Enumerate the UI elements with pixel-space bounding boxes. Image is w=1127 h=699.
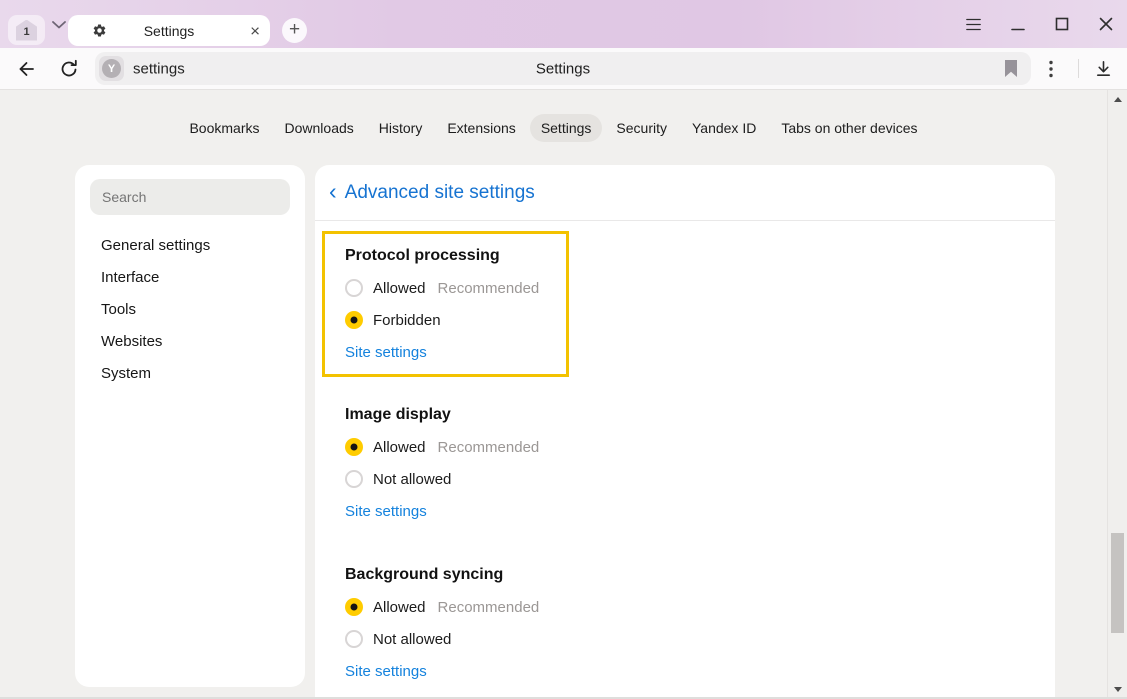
section-title: Background syncing (345, 566, 503, 584)
site-settings-link[interactable]: Site settings (345, 344, 427, 361)
option-note: Recommended (438, 599, 540, 616)
option-label: Allowed (373, 599, 426, 616)
option-label: Allowed (373, 439, 426, 456)
sidebar-item-system[interactable]: System (75, 357, 305, 389)
window-titlebar: 1 Settings × + (0, 0, 1127, 48)
toolbar-divider (1078, 59, 1079, 78)
section-title-row: Image display (345, 399, 1055, 431)
tab-yandex-id[interactable]: Yandex ID (681, 114, 767, 142)
radio-option-not-allowed[interactable]: Not allowed (345, 463, 1055, 495)
browser-tab-settings[interactable]: Settings × (68, 15, 270, 46)
browser-menu-icon[interactable] (966, 17, 981, 32)
tab-history[interactable]: History (368, 114, 434, 142)
address-bar-page-title: Settings (95, 60, 1031, 77)
reload-icon[interactable] (59, 59, 79, 79)
sidebar-menu: General settings Interface Tools Website… (75, 229, 305, 389)
vertical-scrollbar[interactable] (1107, 90, 1127, 699)
page-title: Advanced site settings (345, 182, 535, 204)
radio-option-allowed[interactable]: Allowed Recommended (345, 431, 1055, 463)
option-label: Forbidden (373, 312, 441, 329)
bookmark-icon[interactable] (1004, 60, 1018, 77)
radio-option-allowed[interactable]: Allowed Recommended (345, 591, 1055, 623)
back-chevron-icon[interactable]: ‹ (329, 180, 337, 206)
search-input[interactable] (90, 189, 290, 205)
downloads-icon[interactable] (1094, 59, 1113, 78)
tab-group-count-badge: 1 (16, 20, 37, 41)
option-note: Recommended (438, 280, 540, 297)
scroll-up-icon[interactable] (1114, 97, 1122, 102)
tab-title: Settings (68, 23, 270, 39)
site-settings-link-row: Site settings (345, 655, 1055, 687)
settings-sidebar: General settings Interface Tools Website… (75, 165, 305, 687)
radio-option-allowed[interactable]: Allowed Recommended (345, 272, 566, 304)
tab-other-devices[interactable]: Tabs on other devices (770, 114, 928, 142)
radio-option-not-allowed[interactable]: Not allowed (345, 623, 1055, 655)
scroll-down-icon[interactable] (1114, 687, 1122, 692)
tab-extensions[interactable]: Extensions (436, 114, 526, 142)
advanced-site-settings-header[interactable]: ‹ Advanced site settings (315, 165, 1055, 221)
site-settings-link[interactable]: Site settings (345, 503, 427, 520)
section-background-syncing: Background syncing Allowed Recommended N… (315, 559, 1055, 687)
section-title-row: Background syncing (345, 559, 1055, 591)
browser-toolbar: Y settings Settings (0, 48, 1127, 90)
radio-unselected-icon[interactable] (345, 630, 363, 648)
section-title: Protocol processing (345, 247, 500, 265)
sidebar-search[interactable] (90, 179, 290, 215)
settings-nav-tabs: Bookmarks Downloads History Extensions S… (0, 113, 1107, 142)
radio-selected-icon[interactable] (345, 438, 363, 456)
settings-main-panel: ‹ Advanced site settings Protocol proces… (315, 165, 1055, 699)
tab-group-button[interactable]: 1 (8, 15, 45, 45)
site-settings-link-row: Site settings (345, 495, 1055, 527)
back-icon[interactable] (16, 59, 36, 79)
window-close-icon[interactable] (1098, 17, 1113, 32)
more-options-icon[interactable] (1049, 60, 1053, 78)
address-bar[interactable]: Y settings Settings (95, 52, 1031, 85)
radio-unselected-icon[interactable] (345, 470, 363, 488)
section-image-display: Image display Allowed Recommended Not al… (315, 399, 1055, 527)
site-settings-link[interactable]: Site settings (345, 663, 427, 680)
chevron-down-icon[interactable] (52, 21, 66, 29)
window-controls (966, 0, 1115, 48)
radio-option-forbidden[interactable]: Forbidden (345, 304, 566, 336)
radio-selected-icon[interactable] (345, 598, 363, 616)
sidebar-item-interface[interactable]: Interface (75, 261, 305, 293)
radio-selected-icon[interactable] (345, 311, 363, 329)
sidebar-item-general-settings[interactable]: General settings (75, 229, 305, 261)
radio-unselected-icon[interactable] (345, 279, 363, 297)
sidebar-item-tools[interactable]: Tools (75, 293, 305, 325)
option-label: Not allowed (373, 631, 451, 648)
new-tab-button[interactable]: + (282, 18, 307, 43)
tab-bookmarks[interactable]: Bookmarks (178, 114, 270, 142)
option-label: Not allowed (373, 471, 451, 488)
tab-close-icon[interactable]: × (250, 22, 260, 39)
sidebar-item-websites[interactable]: Websites (75, 325, 305, 357)
tab-settings[interactable]: Settings (530, 114, 603, 142)
section-protocol-processing-highlight: Protocol processing Allowed Recommended … (322, 231, 569, 377)
section-title: Image display (345, 406, 451, 424)
maximize-icon[interactable] (1054, 17, 1069, 32)
scrollbar-thumb[interactable] (1111, 533, 1124, 633)
option-label: Allowed (373, 280, 426, 297)
tab-security[interactable]: Security (605, 114, 678, 142)
minimize-icon[interactable] (1010, 17, 1025, 32)
site-settings-link-row: Site settings (345, 336, 566, 368)
tab-downloads[interactable]: Downloads (274, 114, 365, 142)
option-note: Recommended (438, 439, 540, 456)
section-title-row: Protocol processing (345, 240, 566, 272)
